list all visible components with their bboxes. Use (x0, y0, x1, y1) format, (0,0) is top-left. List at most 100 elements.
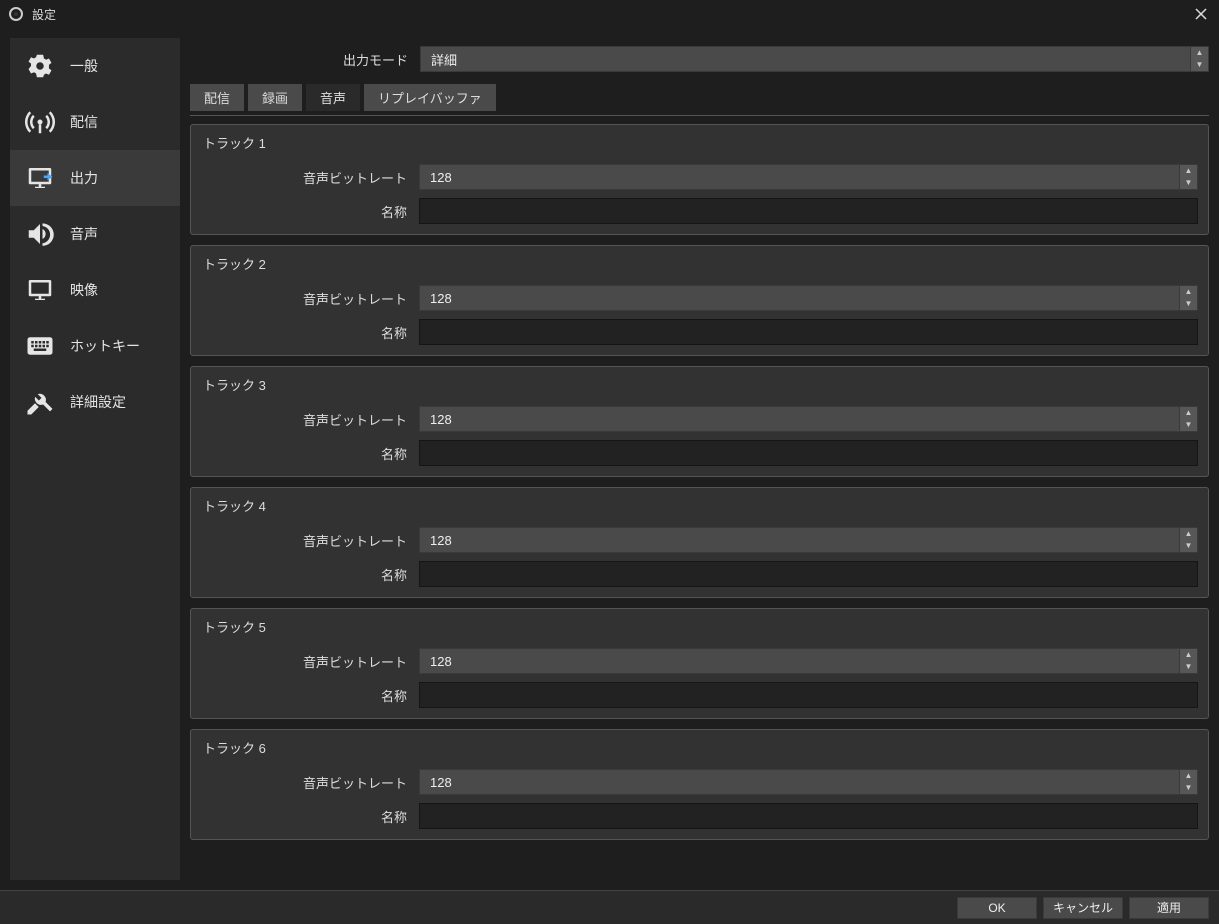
bitrate-label: 音声ビットレート (201, 531, 419, 550)
output-mode-row: 出力モード 詳細 ▲ ▼ (190, 38, 1209, 84)
track-3-bitrate-spinner[interactable]: ▲▼ (1180, 406, 1198, 432)
bitrate-label: 音声ビットレート (201, 289, 419, 308)
sidebar-label: 一般 (70, 56, 98, 76)
speaker-icon (22, 219, 58, 249)
chevron-down-icon[interactable]: ▼ (1180, 419, 1197, 431)
app-icon (8, 6, 24, 22)
sidebar-label: 詳細設定 (70, 392, 126, 412)
gear-icon (22, 51, 58, 81)
track-3-name-input[interactable] (419, 440, 1198, 466)
name-label: 名称 (201, 202, 419, 221)
chevron-up-icon[interactable]: ▲ (1180, 286, 1197, 298)
sidebar-item-general[interactable]: 一般 (10, 38, 180, 94)
cancel-button[interactable]: キャンセル (1043, 897, 1123, 919)
content-pane: 出力モード 詳細 ▲ ▼ 配信 録画 音声 リプレイバッファ トラック 1 音声… (190, 38, 1209, 880)
sidebar-item-output[interactable]: 出力 (10, 150, 180, 206)
sidebar: 一般 配信 出力 音声 映像 (10, 38, 180, 880)
tracks-scroll[interactable]: トラック 1 音声ビットレート 128 ▲▼ 名称 トラック 2 音声ビットレー… (190, 124, 1209, 880)
chevron-up-icon[interactable]: ▲ (1180, 770, 1197, 782)
track-1: トラック 1 音声ビットレート 128 ▲▼ 名称 (190, 124, 1209, 235)
sidebar-label: 音声 (70, 224, 98, 244)
sidebar-label: 配信 (70, 112, 98, 132)
track-6-bitrate-spinner[interactable]: ▲▼ (1180, 769, 1198, 795)
name-label: 名称 (201, 686, 419, 705)
chevron-down-icon[interactable]: ▼ (1180, 661, 1197, 673)
close-button[interactable] (1191, 4, 1211, 24)
track-title: トラック 2 (201, 254, 1198, 273)
output-mode-value: 詳細 (431, 50, 457, 69)
track-4-name-input[interactable] (419, 561, 1198, 587)
chevron-up-icon[interactable]: ▲ (1191, 47, 1208, 59)
track-title: トラック 4 (201, 496, 1198, 515)
track-1-bitrate-select[interactable]: 128 (419, 164, 1180, 190)
track-2: トラック 2 音声ビットレート 128 ▲▼ 名称 (190, 245, 1209, 356)
tab-streaming[interactable]: 配信 (190, 84, 244, 111)
chevron-up-icon[interactable]: ▲ (1180, 528, 1197, 540)
track-4-bitrate-select[interactable]: 128 (419, 527, 1180, 553)
track-6-bitrate-select[interactable]: 128 (419, 769, 1180, 795)
chevron-down-icon[interactable]: ▼ (1180, 298, 1197, 310)
sidebar-item-hotkeys[interactable]: ホットキー (10, 318, 180, 374)
track-4-bitrate-spinner[interactable]: ▲▼ (1180, 527, 1198, 553)
window-title: 設定 (32, 6, 1191, 23)
chevron-down-icon[interactable]: ▼ (1191, 59, 1208, 71)
bitrate-label: 音声ビットレート (201, 168, 419, 187)
output-icon (22, 163, 58, 193)
chevron-up-icon[interactable]: ▲ (1180, 649, 1197, 661)
track-3-bitrate-select[interactable]: 128 (419, 406, 1180, 432)
bitrate-label: 音声ビットレート (201, 773, 419, 792)
output-mode-label: 出力モード (190, 50, 420, 69)
sidebar-item-stream[interactable]: 配信 (10, 94, 180, 150)
name-label: 名称 (201, 807, 419, 826)
track-5-bitrate-spinner[interactable]: ▲▼ (1180, 648, 1198, 674)
output-mode-spinner[interactable]: ▲ ▼ (1191, 46, 1209, 72)
track-5: トラック 5 音声ビットレート 128 ▲▼ 名称 (190, 608, 1209, 719)
track-2-bitrate-select[interactable]: 128 (419, 285, 1180, 311)
sidebar-label: 出力 (70, 168, 98, 188)
close-icon (1195, 8, 1207, 20)
sidebar-item-advanced[interactable]: 詳細設定 (10, 374, 180, 430)
bitrate-label: 音声ビットレート (201, 410, 419, 429)
apply-button[interactable]: 適用 (1129, 897, 1209, 919)
name-label: 名称 (201, 565, 419, 584)
titlebar: 設定 (0, 0, 1219, 28)
tab-divider (190, 115, 1209, 116)
name-label: 名称 (201, 323, 419, 342)
track-6: トラック 6 音声ビットレート 128 ▲▼ 名称 (190, 729, 1209, 840)
track-2-bitrate-spinner[interactable]: ▲▼ (1180, 285, 1198, 311)
name-label: 名称 (201, 444, 419, 463)
track-title: トラック 6 (201, 738, 1198, 757)
track-2-name-input[interactable] (419, 319, 1198, 345)
track-6-name-input[interactable] (419, 803, 1198, 829)
track-title: トラック 5 (201, 617, 1198, 636)
tools-icon (22, 387, 58, 417)
track-4: トラック 4 音声ビットレート 128 ▲▼ 名称 (190, 487, 1209, 598)
track-5-bitrate-select[interactable]: 128 (419, 648, 1180, 674)
output-mode-select[interactable]: 詳細 (420, 46, 1191, 72)
keyboard-icon (22, 331, 58, 361)
tab-audio[interactable]: 音声 (306, 84, 360, 111)
bitrate-label: 音声ビットレート (201, 652, 419, 671)
output-tabs: 配信 録画 音声 リプレイバッファ (190, 84, 1209, 115)
tab-recording[interactable]: 録画 (248, 84, 302, 111)
monitor-icon (22, 275, 58, 305)
ok-button[interactable]: OK (957, 897, 1037, 919)
sidebar-item-audio[interactable]: 音声 (10, 206, 180, 262)
track-3: トラック 3 音声ビットレート 128 ▲▼ 名称 (190, 366, 1209, 477)
sidebar-label: ホットキー (70, 336, 140, 356)
chevron-down-icon[interactable]: ▼ (1180, 540, 1197, 552)
track-title: トラック 3 (201, 375, 1198, 394)
chevron-down-icon[interactable]: ▼ (1180, 177, 1197, 189)
tab-replay-buffer[interactable]: リプレイバッファ (364, 84, 496, 111)
track-1-bitrate-spinner[interactable]: ▲▼ (1180, 164, 1198, 190)
dialog-footer: OK キャンセル 適用 (0, 890, 1219, 924)
chevron-up-icon[interactable]: ▲ (1180, 407, 1197, 419)
sidebar-label: 映像 (70, 280, 98, 300)
broadcast-icon (22, 107, 58, 137)
track-5-name-input[interactable] (419, 682, 1198, 708)
sidebar-item-video[interactable]: 映像 (10, 262, 180, 318)
chevron-down-icon[interactable]: ▼ (1180, 782, 1197, 794)
chevron-up-icon[interactable]: ▲ (1180, 165, 1197, 177)
track-1-name-input[interactable] (419, 198, 1198, 224)
track-title: トラック 1 (201, 133, 1198, 152)
